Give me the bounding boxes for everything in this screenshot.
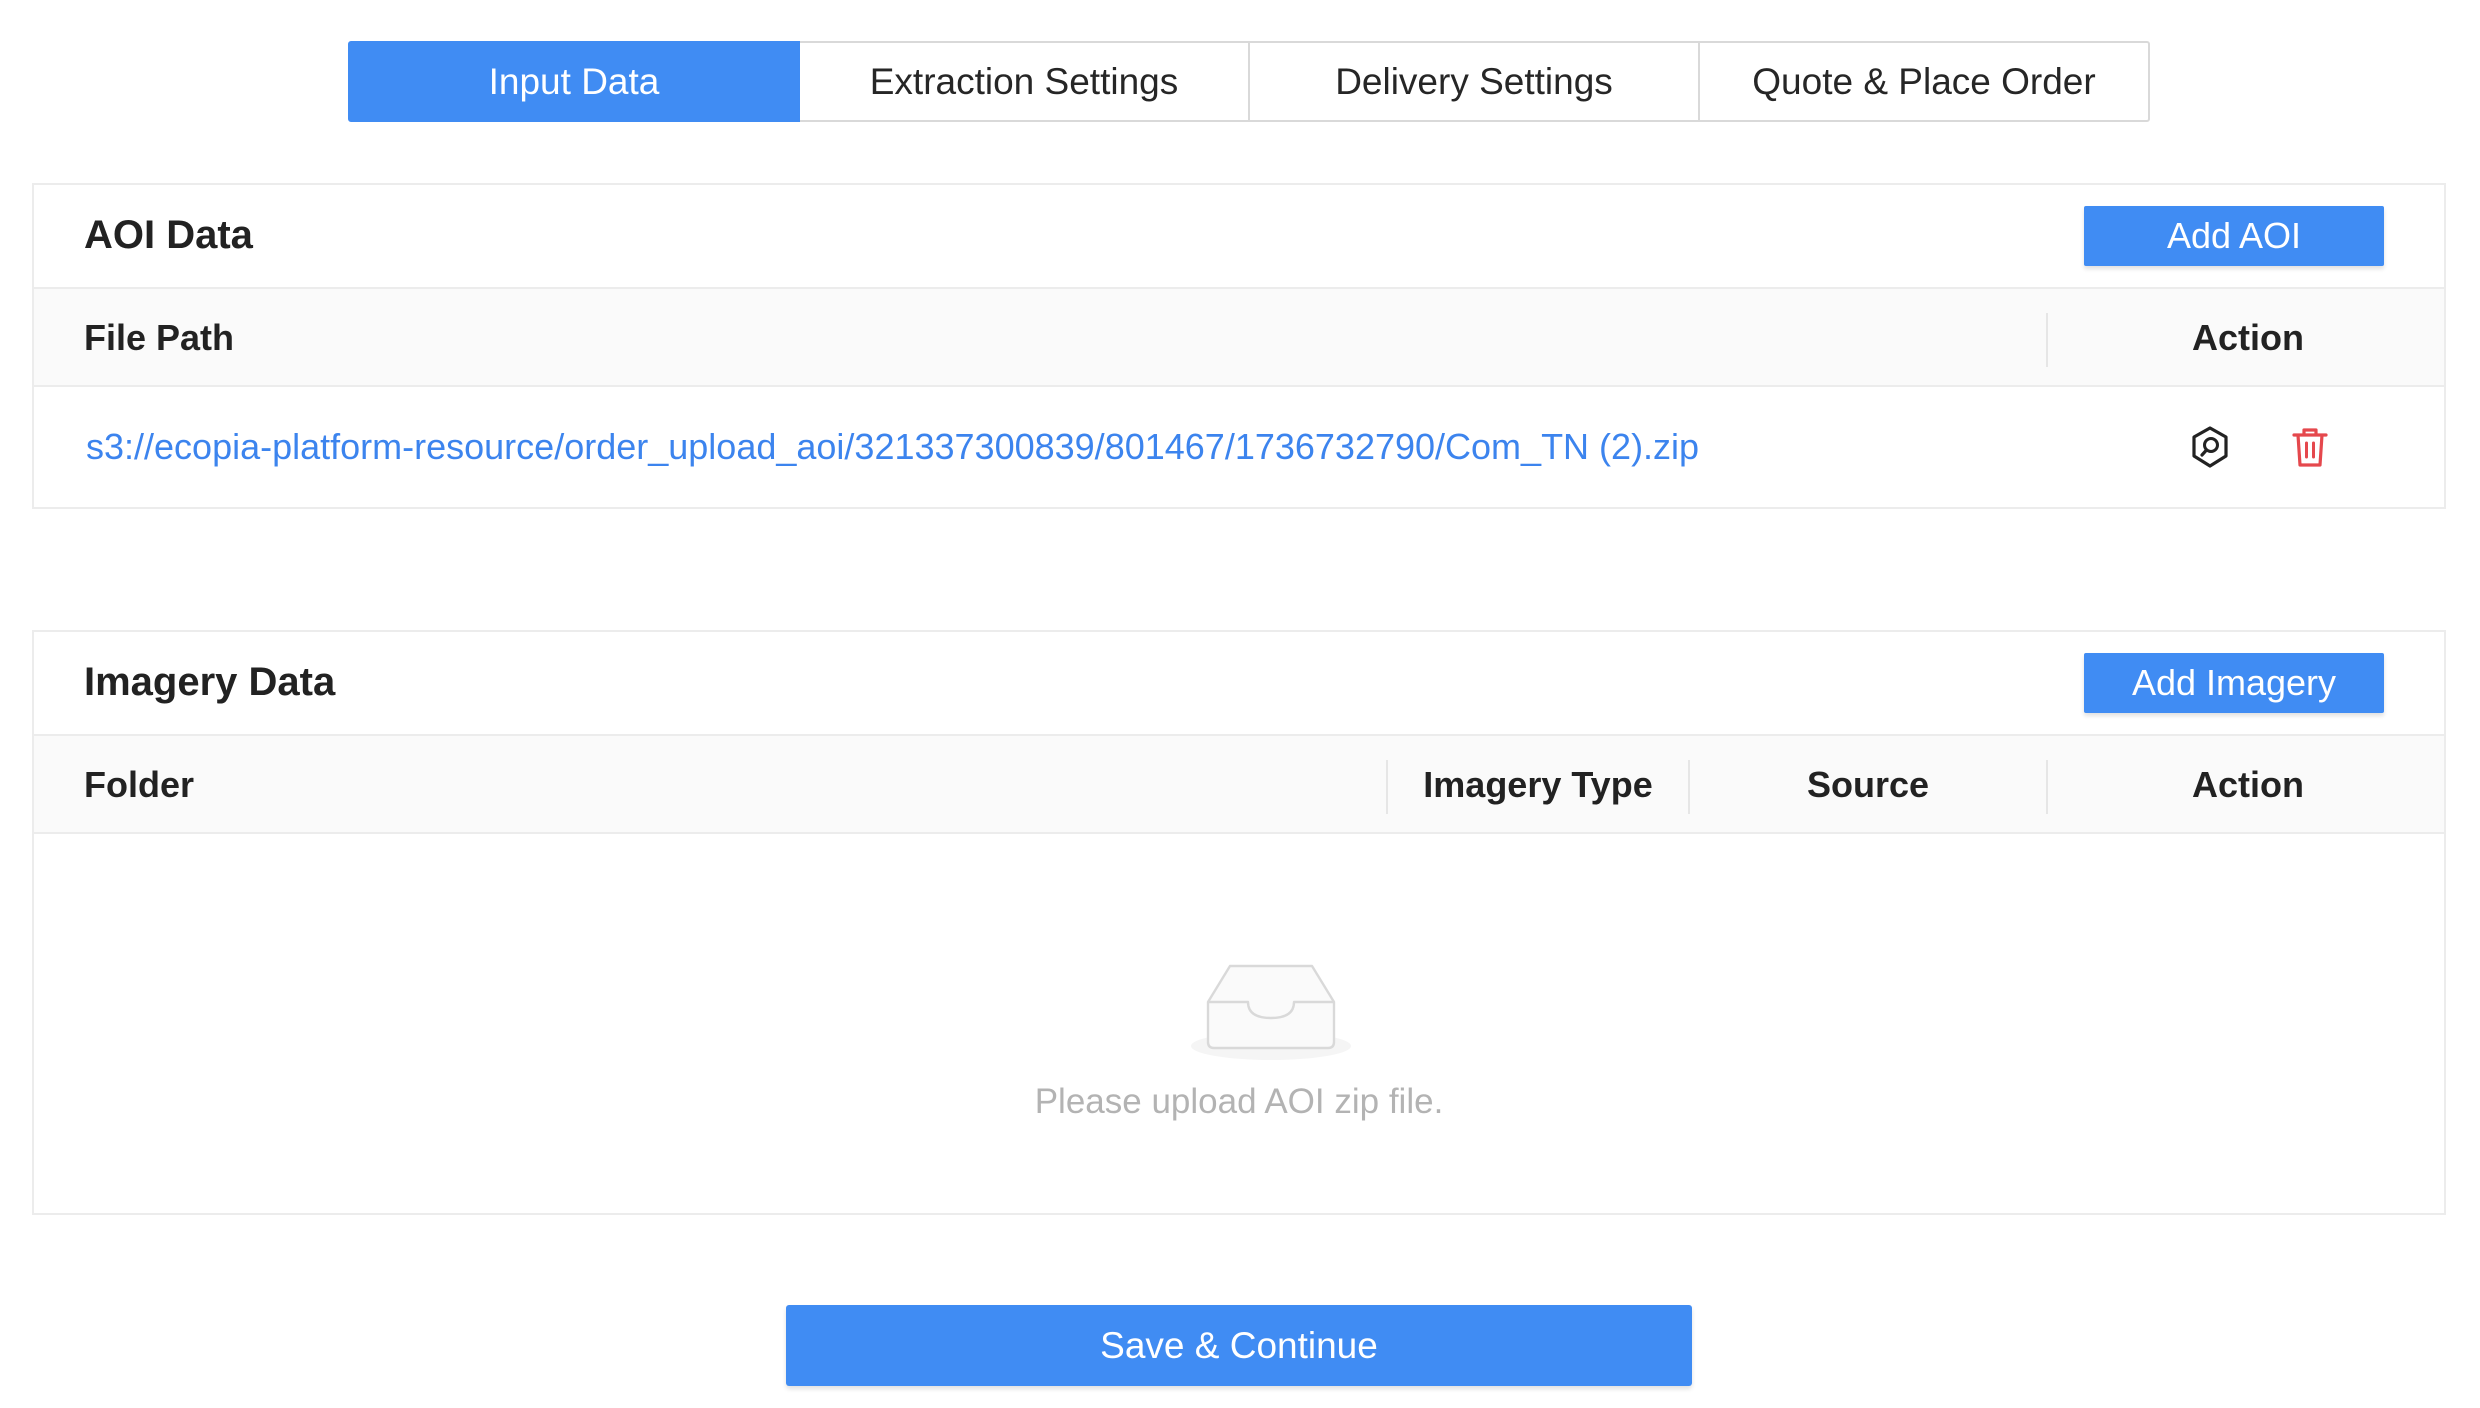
imagery-table-header: Folder Imagery Type Source Action xyxy=(34,736,2444,834)
step-tabs: Input Data Extraction Settings Delivery … xyxy=(348,41,2150,122)
imagery-card-title: Imagery Data xyxy=(84,660,336,704)
column-header-file-path: File Path xyxy=(84,317,235,358)
column-header-folder: Folder xyxy=(84,764,195,805)
aoi-data-card: AOI Data Add AOI File Path Action s3://e… xyxy=(32,183,2446,509)
add-aoi-button[interactable]: Add AOI xyxy=(2084,206,2384,266)
aoi-file-path-link[interactable]: s3://ecopia-platform-resource/order_uplo… xyxy=(86,387,1699,507)
column-header-source: Source xyxy=(1806,764,1930,805)
empty-inbox-icon xyxy=(1186,956,1356,1066)
aoi-table-header: File Path Action xyxy=(34,289,2444,387)
column-header-action: Action xyxy=(2192,317,2304,358)
trash-icon[interactable] xyxy=(2288,425,2332,469)
empty-state: Please upload AOI zip file. xyxy=(34,834,2444,1213)
aoi-card-header: AOI Data Add AOI xyxy=(34,185,2444,289)
add-imagery-button[interactable]: Add Imagery xyxy=(2084,653,2384,713)
shield-search-icon[interactable] xyxy=(2188,425,2232,469)
table-row: s3://ecopia-platform-resource/order_uplo… xyxy=(34,387,2444,507)
column-header-imagery-type: Imagery Type xyxy=(1423,764,1653,805)
tab-quote-place-order[interactable]: Quote & Place Order xyxy=(1698,41,2150,122)
tab-extraction-settings[interactable]: Extraction Settings xyxy=(798,41,1250,122)
column-header-action: Action xyxy=(2192,764,2304,805)
save-continue-button[interactable]: Save & Continue xyxy=(786,1305,1692,1386)
aoi-card-title: AOI Data xyxy=(84,213,253,257)
order-page: Input Data Extraction Settings Delivery … xyxy=(0,0,2480,1408)
imagery-data-card: Imagery Data Add Imagery Folder Imagery … xyxy=(32,630,2446,1215)
imagery-card-header: Imagery Data Add Imagery xyxy=(34,632,2444,736)
empty-state-text: Please upload AOI zip file. xyxy=(1034,1082,1444,1121)
tab-delivery-settings[interactable]: Delivery Settings xyxy=(1248,41,1700,122)
tab-input-data[interactable]: Input Data xyxy=(348,41,800,122)
